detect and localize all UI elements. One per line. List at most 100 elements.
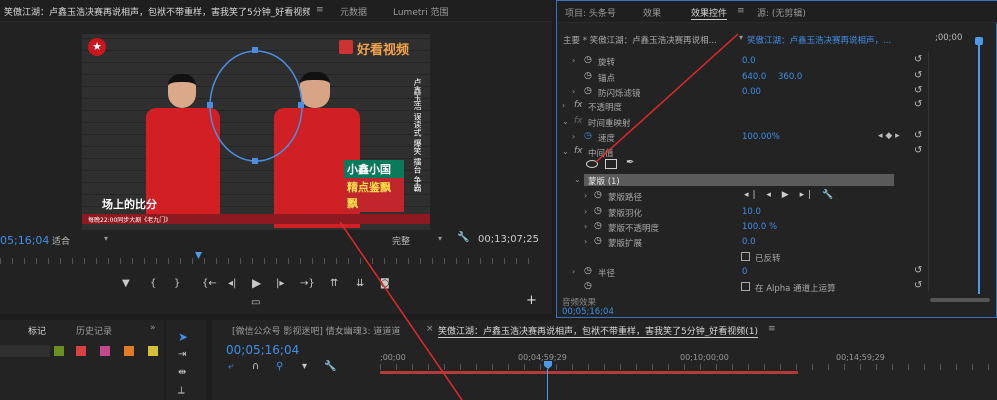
go-to-in-icon[interactable]: {←: [202, 279, 217, 289]
stopwatch-icon[interactable]: ◷: [584, 266, 592, 276]
reset-icon[interactable]: ↺: [914, 71, 924, 81]
ripple-edit-tool-icon[interactable]: ⇹: [178, 368, 186, 378]
stopwatch-icon[interactable]: ◷: [584, 71, 592, 81]
ec-zoom-slider[interactable]: [930, 298, 990, 302]
prop-anchor-y-value[interactable]: 360.0: [778, 72, 802, 82]
expand-chevron-icon[interactable]: ›: [584, 237, 587, 246]
tab-metadata[interactable]: 元数据: [340, 5, 367, 18]
prop-mask-feather-value[interactable]: 10.0: [742, 207, 761, 217]
close-icon[interactable]: ×: [426, 324, 434, 334]
pen-mask-tool-icon[interactable]: ✒: [626, 158, 634, 168]
timeline-settings-icon[interactable]: 🔧: [324, 362, 336, 372]
prop-mask-opacity-value[interactable]: 100.0 %: [742, 222, 777, 232]
reset-icon[interactable]: ↺: [914, 266, 924, 276]
tab-program-monitor[interactable]: 笑傲江湖：卢鑫玉浩决赛再说相声，包袱不带重样，害我笑了5分钟_好看视频(1): [4, 5, 310, 18]
stopwatch-icon[interactable]: ◷: [594, 206, 602, 216]
reset-icon[interactable]: ↺: [914, 146, 924, 156]
stopwatch-icon[interactable]: ◷: [584, 55, 592, 65]
reset-icon[interactable]: ↺: [914, 100, 924, 110]
prop-anchor-x-value[interactable]: 640.0: [742, 72, 766, 82]
ec-playhead-handle[interactable]: [975, 37, 983, 45]
quality-select[interactable]: 完整 ▾: [392, 234, 448, 247]
expand-chevron-icon[interactable]: ›: [572, 132, 575, 141]
mark-in-icon[interactable]: {: [150, 279, 156, 289]
snap-icon[interactable]: ∩: [252, 362, 259, 372]
play-icon[interactable]: ▶: [252, 277, 261, 289]
step-forward-icon[interactable]: |▸: [276, 279, 284, 289]
reset-icon[interactable]: ↺: [914, 281, 924, 291]
tab-timeline-sequence-1[interactable]: [微信公众号 影视迷吧] 倩女幽魂3: 道道道: [232, 324, 400, 337]
tab-effect-controls[interactable]: 效果控件: [691, 6, 728, 20]
rect-mask-tool-icon[interactable]: [605, 159, 617, 169]
step-back-icon[interactable]: ◂|: [228, 279, 236, 289]
timeline-timecode[interactable]: 00;05;16;04: [226, 343, 299, 357]
monitor-scrubber[interactable]: [0, 258, 540, 264]
stopwatch-icon[interactable]: ◷: [594, 236, 602, 246]
lift-icon[interactable]: ⇈: [330, 279, 338, 289]
tab-timeline-sequence-2[interactable]: 笑傲江湖：卢鑫玉浩决赛再说相声，包袱不带重样，害我笑了5分钟_好看视频(1): [438, 324, 758, 338]
tab-source[interactable]: 源: (无剪辑): [757, 6, 806, 19]
prop-rotation-value[interactable]: 0.0: [742, 56, 756, 66]
ec-playhead-line[interactable]: [978, 39, 980, 294]
tab-effects[interactable]: 效果: [643, 6, 661, 19]
alpha-channel-checkbox[interactable]: [741, 282, 750, 291]
reset-icon[interactable]: ↺: [914, 131, 924, 141]
tab-project[interactable]: 项目: 头条号: [565, 6, 616, 19]
reset-icon[interactable]: ↺: [914, 86, 924, 96]
expand-chevron-icon[interactable]: ⌄: [562, 117, 569, 126]
add-marker-icon[interactable]: ▾: [302, 362, 307, 372]
wrench-icon[interactable]: 🔧: [457, 233, 469, 243]
mask-row[interactable]: 蒙版 (1): [584, 174, 894, 187]
add-marker-icon[interactable]: ▼: [122, 279, 130, 289]
go-to-out-icon[interactable]: →}: [300, 279, 315, 289]
clip-path-label[interactable]: 笑傲江湖：卢鑫玉浩决赛再说相声，...: [747, 34, 891, 46]
stopwatch-icon[interactable]: ◷: [584, 86, 592, 96]
marker-swatch-red[interactable]: [76, 346, 86, 356]
stopwatch-icon[interactable]: ◷: [594, 190, 602, 200]
video-frame[interactable]: ★ 好看视频 卢鑫玉浩 误读式 爆笑 擂台 争霸 小鑫小国 精点鉴飘飘 场上的比…: [82, 34, 430, 230]
prop-antiflicker-value[interactable]: 0.00: [742, 87, 761, 97]
extract-icon[interactable]: ⇊: [356, 279, 364, 289]
export-frame-icon[interactable]: ◙: [380, 279, 390, 289]
inverted-checkbox[interactable]: [741, 252, 750, 261]
ellipse-mask-tool-icon[interactable]: [586, 160, 598, 168]
prop-radius-value[interactable]: 0: [742, 267, 747, 277]
stopwatch-icon[interactable]: ◷: [584, 131, 592, 141]
prop-mask-expansion-value[interactable]: 0.0: [742, 237, 756, 247]
expand-chevron-icon[interactable]: ⌄: [562, 147, 569, 156]
tab-markers[interactable]: 标记: [28, 324, 46, 337]
linked-selection-icon[interactable]: ⚲: [276, 362, 283, 372]
monitor-timecode[interactable]: 05;16;04: [0, 234, 49, 247]
timeline-ruler[interactable]: [380, 364, 997, 370]
expand-chevron-icon[interactable]: ›: [572, 56, 575, 65]
stopwatch-icon[interactable]: ◷: [584, 281, 592, 291]
tab-menu-icon[interactable]: ≡: [737, 6, 745, 16]
mark-out-icon[interactable]: }: [174, 279, 180, 289]
selection-tool-icon[interactable]: ➤: [178, 331, 188, 343]
expand-chevron-icon[interactable]: ›: [584, 222, 587, 231]
work-area-bar[interactable]: [380, 371, 798, 374]
marker-swatch-green[interactable]: [54, 346, 64, 356]
reset-icon[interactable]: ↺: [914, 55, 924, 65]
prop-speed-value[interactable]: 100.00%: [742, 132, 780, 142]
zoom-select[interactable]: 适合 ▾: [52, 234, 108, 247]
expand-chevron-icon[interactable]: ›: [584, 191, 587, 200]
marker-swatch-orange[interactable]: [124, 346, 134, 356]
comparison-view-icon[interactable]: ▭: [251, 298, 260, 308]
tab-menu-icon[interactable]: ≡: [768, 324, 776, 334]
mask-track-controls-icon[interactable]: ◂| ◂ ▶ ▸| 🔧: [744, 190, 837, 200]
nest-sequence-icon[interactable]: ⤶: [228, 362, 234, 372]
add-button-icon[interactable]: +: [526, 294, 537, 307]
expand-chevron-icon[interactable]: ›: [562, 101, 565, 110]
tab-history[interactable]: 历史记录: [76, 324, 112, 337]
track-select-tool-icon[interactable]: ⇥: [178, 350, 186, 360]
marker-swatch-magenta[interactable]: [100, 346, 110, 356]
more-panels-icon[interactable]: »: [150, 323, 156, 333]
tab-lumetri-scopes[interactable]: Lumetri 范围: [393, 5, 448, 18]
marker-swatch-yellow[interactable]: [148, 346, 158, 356]
stopwatch-icon[interactable]: ◷: [594, 221, 602, 231]
keyframe-nav-icon[interactable]: ◂ ◆ ▸: [878, 131, 900, 141]
expand-chevron-icon[interactable]: ⌄: [574, 175, 581, 184]
ec-footer-timecode[interactable]: 00;05;16;04: [562, 307, 614, 317]
expand-chevron-icon[interactable]: ›: [572, 87, 575, 96]
